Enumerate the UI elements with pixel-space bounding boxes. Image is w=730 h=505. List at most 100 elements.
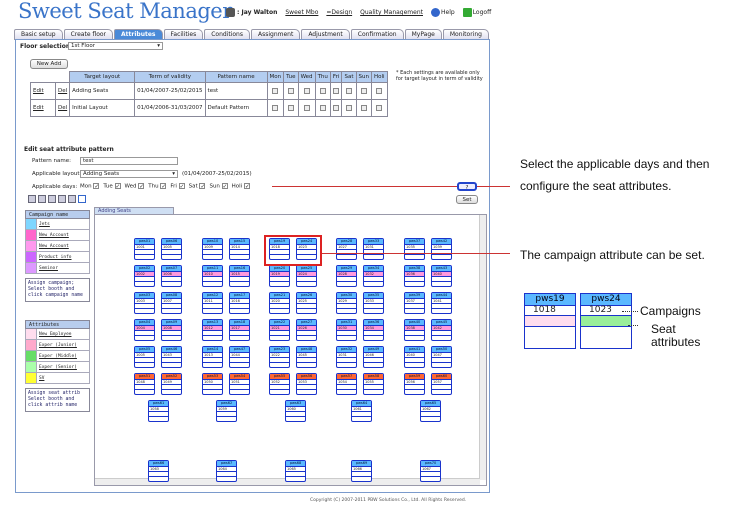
seat-booth[interactable]: pws33 1031 xyxy=(363,238,384,260)
day-option[interactable]: Thu ✓ xyxy=(148,183,167,190)
help-link[interactable]: Help xyxy=(431,8,455,17)
seat-booth[interactable]: pws37 1035 xyxy=(404,238,425,260)
seat-booth[interactable]: pws58 1055 xyxy=(363,373,384,395)
day-option[interactable]: Holi ✓ xyxy=(232,183,250,190)
seat-booth[interactable]: pws50 1047 xyxy=(431,346,452,368)
seat-booth[interactable]: pws69 1066 xyxy=(351,460,372,482)
palette-item[interactable]: Exper (Junior) xyxy=(25,340,90,351)
seat-booth[interactable]: pws47 1044 xyxy=(229,346,250,368)
seat-booth[interactable]: pws53 1050 xyxy=(202,373,223,395)
seat-booth[interactable]: pws42 1039 xyxy=(431,238,452,260)
delete-link[interactable]: Del xyxy=(54,82,71,100)
seat-booth[interactable]: pws13 1012 xyxy=(202,319,223,341)
seat-booth[interactable]: pws35 1033 xyxy=(363,292,384,314)
seat-booth[interactable]: pws60 1057 xyxy=(431,373,452,395)
seat-booth[interactable]: pws45 1042 xyxy=(431,319,452,341)
seat-booth[interactable]: pws52 1049 xyxy=(161,373,182,395)
seat-booth[interactable]: pws46 1043 xyxy=(161,346,182,368)
seat-booth[interactable]: pws68 1065 xyxy=(285,460,306,482)
seat-booth[interactable]: pws56 1053 xyxy=(296,373,317,395)
edit-link[interactable]: Edit xyxy=(30,82,56,100)
seat-booth[interactable]: pws39 1037 xyxy=(404,292,425,314)
seat-booth[interactable]: pws36 1034 xyxy=(363,319,384,341)
seat-booth[interactable]: pws40 1038 xyxy=(404,319,425,341)
day-option[interactable]: Tue ✓ xyxy=(103,183,121,190)
day-option[interactable]: Sat ✓ xyxy=(189,183,206,190)
day-option[interactable]: Sun ✓ xyxy=(209,183,228,190)
day-checkbox[interactable] xyxy=(355,99,372,117)
help-icon[interactable]: ? xyxy=(457,182,477,191)
day-checkbox[interactable] xyxy=(297,82,316,100)
seat-booth[interactable]: pws04 1004 xyxy=(134,319,155,341)
palette-item[interactable]: Jets xyxy=(25,219,90,230)
day-checkbox[interactable] xyxy=(370,82,388,100)
seat-booth[interactable]: pws55 1052 xyxy=(269,373,290,395)
seat-booth[interactable]: pws11 1010 xyxy=(202,265,223,287)
seat-booth[interactable]: pws59 1056 xyxy=(404,373,425,395)
palette-item[interactable]: New Account xyxy=(25,241,90,252)
seat-booth[interactable]: pws23 1022 xyxy=(269,346,290,368)
day-checkbox[interactable] xyxy=(266,82,285,100)
print-icon[interactable] xyxy=(28,195,36,203)
day-checkbox[interactable] xyxy=(370,99,388,117)
day-checkbox[interactable] xyxy=(283,82,299,100)
seat-booth[interactable]: pws49 1046 xyxy=(363,346,384,368)
day-checkbox[interactable] xyxy=(341,99,357,117)
seat-booth[interactable]: pws18 1017 xyxy=(229,319,250,341)
day-option[interactable]: Fri ✓ xyxy=(170,183,185,190)
pattern-name-input[interactable]: test xyxy=(80,157,178,165)
seat-booth[interactable]: pws01 1001 xyxy=(134,238,155,260)
seat-booth[interactable]: pws41 1040 xyxy=(404,346,425,368)
link-sweet-mbo[interactable]: Sweet Mbo xyxy=(285,9,318,16)
seat-booth[interactable]: pws20 1019 xyxy=(269,265,290,287)
seat-booth[interactable]: pws10 1009 xyxy=(202,238,223,260)
palette-item[interactable]: Exper (Middle) xyxy=(25,351,90,362)
new-add-button[interactable]: New Add xyxy=(30,59,68,69)
seat-booth[interactable]: pws70 1067 xyxy=(420,460,441,482)
seat-booth[interactable]: pws34 1032 xyxy=(363,265,384,287)
move-icon[interactable] xyxy=(38,195,46,203)
seat-booth[interactable]: pws15 1014 xyxy=(229,238,250,260)
palette-item[interactable]: Exper (Senior) xyxy=(25,362,90,373)
applicable-layout-select[interactable]: Adding Seats ▾ xyxy=(80,170,178,178)
seat-booth[interactable]: pws51 1048 xyxy=(134,373,155,395)
palette-item[interactable]: SV xyxy=(25,373,90,384)
vertical-scrollbar[interactable] xyxy=(479,215,486,480)
day-checkbox[interactable] xyxy=(266,99,285,117)
seat-booth[interactable]: pws07 1006 xyxy=(161,265,182,287)
logoff-link[interactable]: Logoff xyxy=(462,8,491,17)
seat-booth[interactable]: pws32 1031 xyxy=(336,346,357,368)
seat-booth[interactable]: pws48 1045 xyxy=(296,346,317,368)
day-option[interactable]: Wed ✓ xyxy=(125,183,145,190)
seat-booth[interactable]: pws61 1058 xyxy=(148,400,169,422)
day-checkbox[interactable] xyxy=(314,99,331,117)
seat-booth[interactable]: pws54 1051 xyxy=(229,373,250,395)
day-checkbox[interactable] xyxy=(314,82,331,100)
zoom-in-icon[interactable] xyxy=(48,195,56,203)
seat-booth[interactable]: pws22 1021 xyxy=(269,319,290,341)
seat-booth[interactable]: pws57 1054 xyxy=(336,373,357,395)
seat-booth[interactable]: pws26 1025 xyxy=(296,292,317,314)
palette-item[interactable]: Product info xyxy=(25,252,90,263)
palette-item[interactable]: Seminor xyxy=(25,263,90,274)
seat-booth[interactable]: pws03 1003 xyxy=(134,292,155,314)
palette-item[interactable]: New Employee xyxy=(25,329,90,340)
seat-booth[interactable]: pws16 1015 xyxy=(229,265,250,287)
seat-booth[interactable]: pws14 1013 xyxy=(202,346,223,368)
edit-link[interactable]: Edit xyxy=(30,99,56,117)
seat-booth[interactable]: pws43 1040 xyxy=(431,265,452,287)
seat-booth[interactable]: pws29 1028 xyxy=(336,265,357,287)
day-checkbox[interactable] xyxy=(341,82,357,100)
seat-booth[interactable]: pws30 1029 xyxy=(336,292,357,314)
seat-booth[interactable]: pws65 1062 xyxy=(420,400,441,422)
seat-booth[interactable]: pws62 1059 xyxy=(216,400,237,422)
day-option[interactable]: Mon ✓ xyxy=(80,183,100,190)
fit-icon[interactable] xyxy=(78,195,86,203)
seat-booth[interactable]: pws25 1024 xyxy=(296,265,317,287)
seat-booth[interactable]: pws05 1005 xyxy=(134,346,155,368)
seat-booth[interactable]: pws66 1063 xyxy=(148,460,169,482)
seat-booth[interactable]: pws08 1007 xyxy=(161,292,182,314)
day-checkbox[interactable] xyxy=(329,99,343,117)
seat-booth[interactable]: pws12 1011 xyxy=(202,292,223,314)
seat-booth[interactable]: pws27 1026 xyxy=(296,319,317,341)
